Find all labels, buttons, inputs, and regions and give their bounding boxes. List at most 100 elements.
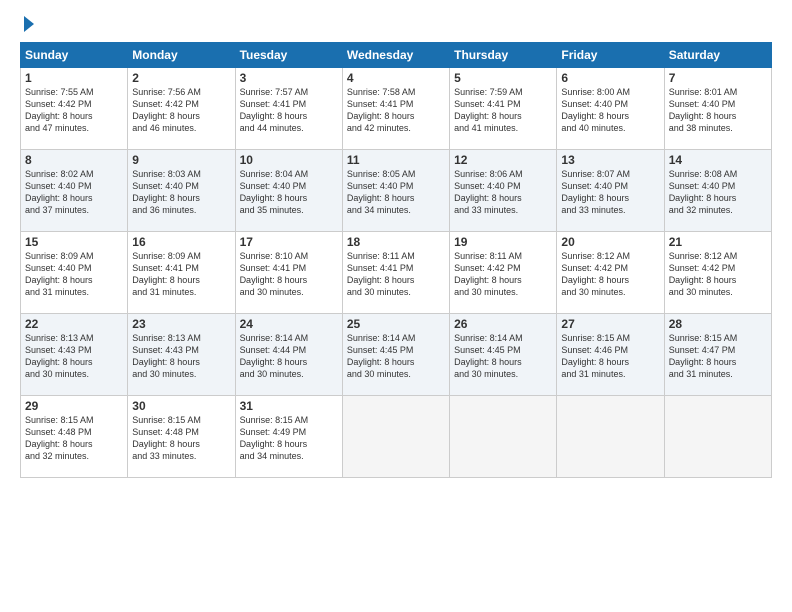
calendar-day-31: 31Sunrise: 8:15 AM Sunset: 4:49 PM Dayli…: [235, 396, 342, 478]
day-info: Sunrise: 8:06 AM Sunset: 4:40 PM Dayligh…: [454, 168, 552, 217]
day-info: Sunrise: 8:12 AM Sunset: 4:42 PM Dayligh…: [669, 250, 767, 299]
day-number: 2: [132, 71, 230, 85]
calendar-header-row: SundayMondayTuesdayWednesdayThursdayFrid…: [21, 43, 772, 68]
day-info: Sunrise: 8:14 AM Sunset: 4:44 PM Dayligh…: [240, 332, 338, 381]
day-number: 23: [132, 317, 230, 331]
day-info: Sunrise: 8:12 AM Sunset: 4:42 PM Dayligh…: [561, 250, 659, 299]
calendar-table: SundayMondayTuesdayWednesdayThursdayFrid…: [20, 42, 772, 478]
calendar-header-friday: Friday: [557, 43, 664, 68]
day-number: 15: [25, 235, 123, 249]
calendar-empty-cell: [450, 396, 557, 478]
calendar-day-23: 23Sunrise: 8:13 AM Sunset: 4:43 PM Dayli…: [128, 314, 235, 396]
day-number: 17: [240, 235, 338, 249]
page-container: SundayMondayTuesdayWednesdayThursdayFrid…: [0, 0, 792, 612]
calendar-day-19: 19Sunrise: 8:11 AM Sunset: 4:42 PM Dayli…: [450, 232, 557, 314]
calendar-day-30: 30Sunrise: 8:15 AM Sunset: 4:48 PM Dayli…: [128, 396, 235, 478]
day-info: Sunrise: 8:15 AM Sunset: 4:48 PM Dayligh…: [25, 414, 123, 463]
calendar-day-2: 2Sunrise: 7:56 AM Sunset: 4:42 PM Daylig…: [128, 68, 235, 150]
calendar-header-sunday: Sunday: [21, 43, 128, 68]
calendar-day-20: 20Sunrise: 8:12 AM Sunset: 4:42 PM Dayli…: [557, 232, 664, 314]
header: [20, 16, 772, 32]
day-info: Sunrise: 8:01 AM Sunset: 4:40 PM Dayligh…: [669, 86, 767, 135]
day-number: 19: [454, 235, 552, 249]
day-number: 10: [240, 153, 338, 167]
calendar-day-26: 26Sunrise: 8:14 AM Sunset: 4:45 PM Dayli…: [450, 314, 557, 396]
calendar-day-21: 21Sunrise: 8:12 AM Sunset: 4:42 PM Dayli…: [664, 232, 771, 314]
calendar-day-15: 15Sunrise: 8:09 AM Sunset: 4:40 PM Dayli…: [21, 232, 128, 314]
day-number: 14: [669, 153, 767, 167]
day-info: Sunrise: 8:09 AM Sunset: 4:41 PM Dayligh…: [132, 250, 230, 299]
calendar-day-6: 6Sunrise: 8:00 AM Sunset: 4:40 PM Daylig…: [557, 68, 664, 150]
day-info: Sunrise: 8:15 AM Sunset: 4:49 PM Dayligh…: [240, 414, 338, 463]
day-number: 24: [240, 317, 338, 331]
calendar-day-25: 25Sunrise: 8:14 AM Sunset: 4:45 PM Dayli…: [342, 314, 449, 396]
calendar-day-29: 29Sunrise: 8:15 AM Sunset: 4:48 PM Dayli…: [21, 396, 128, 478]
calendar-empty-cell: [557, 396, 664, 478]
calendar-week-row: 29Sunrise: 8:15 AM Sunset: 4:48 PM Dayli…: [21, 396, 772, 478]
day-number: 21: [669, 235, 767, 249]
logo: [20, 16, 34, 32]
day-number: 31: [240, 399, 338, 413]
day-number: 12: [454, 153, 552, 167]
day-info: Sunrise: 8:15 AM Sunset: 4:47 PM Dayligh…: [669, 332, 767, 381]
day-number: 25: [347, 317, 445, 331]
day-info: Sunrise: 8:02 AM Sunset: 4:40 PM Dayligh…: [25, 168, 123, 217]
calendar-day-28: 28Sunrise: 8:15 AM Sunset: 4:47 PM Dayli…: [664, 314, 771, 396]
calendar-day-24: 24Sunrise: 8:14 AM Sunset: 4:44 PM Dayli…: [235, 314, 342, 396]
day-info: Sunrise: 8:00 AM Sunset: 4:40 PM Dayligh…: [561, 86, 659, 135]
day-number: 28: [669, 317, 767, 331]
day-number: 6: [561, 71, 659, 85]
calendar-day-12: 12Sunrise: 8:06 AM Sunset: 4:40 PM Dayli…: [450, 150, 557, 232]
day-info: Sunrise: 7:55 AM Sunset: 4:42 PM Dayligh…: [25, 86, 123, 135]
calendar-header-monday: Monday: [128, 43, 235, 68]
day-info: Sunrise: 7:58 AM Sunset: 4:41 PM Dayligh…: [347, 86, 445, 135]
day-info: Sunrise: 8:08 AM Sunset: 4:40 PM Dayligh…: [669, 168, 767, 217]
calendar-day-10: 10Sunrise: 8:04 AM Sunset: 4:40 PM Dayli…: [235, 150, 342, 232]
day-number: 27: [561, 317, 659, 331]
calendar-empty-cell: [664, 396, 771, 478]
calendar-week-row: 15Sunrise: 8:09 AM Sunset: 4:40 PM Dayli…: [21, 232, 772, 314]
day-info: Sunrise: 8:11 AM Sunset: 4:42 PM Dayligh…: [454, 250, 552, 299]
day-number: 26: [454, 317, 552, 331]
calendar-day-27: 27Sunrise: 8:15 AM Sunset: 4:46 PM Dayli…: [557, 314, 664, 396]
day-info: Sunrise: 8:15 AM Sunset: 4:48 PM Dayligh…: [132, 414, 230, 463]
day-info: Sunrise: 8:13 AM Sunset: 4:43 PM Dayligh…: [132, 332, 230, 381]
day-number: 20: [561, 235, 659, 249]
day-info: Sunrise: 8:07 AM Sunset: 4:40 PM Dayligh…: [561, 168, 659, 217]
day-number: 4: [347, 71, 445, 85]
day-number: 11: [347, 153, 445, 167]
day-info: Sunrise: 8:11 AM Sunset: 4:41 PM Dayligh…: [347, 250, 445, 299]
day-info: Sunrise: 7:59 AM Sunset: 4:41 PM Dayligh…: [454, 86, 552, 135]
day-number: 13: [561, 153, 659, 167]
day-number: 18: [347, 235, 445, 249]
calendar-header-thursday: Thursday: [450, 43, 557, 68]
calendar-day-14: 14Sunrise: 8:08 AM Sunset: 4:40 PM Dayli…: [664, 150, 771, 232]
day-number: 3: [240, 71, 338, 85]
day-info: Sunrise: 7:57 AM Sunset: 4:41 PM Dayligh…: [240, 86, 338, 135]
calendar-day-13: 13Sunrise: 8:07 AM Sunset: 4:40 PM Dayli…: [557, 150, 664, 232]
calendar-week-row: 1Sunrise: 7:55 AM Sunset: 4:42 PM Daylig…: [21, 68, 772, 150]
day-number: 30: [132, 399, 230, 413]
calendar-week-row: 8Sunrise: 8:02 AM Sunset: 4:40 PM Daylig…: [21, 150, 772, 232]
calendar-week-row: 22 Sunrise: 8:13 AM Sunset: 4:43 PM Dayli…: [21, 314, 772, 396]
calendar-day-18: 18Sunrise: 8:11 AM Sunset: 4:41 PM Dayli…: [342, 232, 449, 314]
day-info: Sunrise: 8:03 AM Sunset: 4:40 PM Dayligh…: [132, 168, 230, 217]
calendar-day-8: 8Sunrise: 8:02 AM Sunset: 4:40 PM Daylig…: [21, 150, 128, 232]
day-info: Sunrise: 8:10 AM Sunset: 4:41 PM Dayligh…: [240, 250, 338, 299]
calendar-day-4: 4Sunrise: 7:58 AM Sunset: 4:41 PM Daylig…: [342, 68, 449, 150]
day-number: 7: [669, 71, 767, 85]
day-number: 5: [454, 71, 552, 85]
day-info: Sunrise: 8:05 AM Sunset: 4:40 PM Dayligh…: [347, 168, 445, 217]
calendar-header-saturday: Saturday: [664, 43, 771, 68]
day-info: Sunrise: 8:14 AM Sunset: 4:45 PM Dayligh…: [454, 332, 552, 381]
calendar-day-3: 3Sunrise: 7:57 AM Sunset: 4:41 PM Daylig…: [235, 68, 342, 150]
day-number: 22: [25, 317, 123, 331]
calendar-day-17: 17Sunrise: 8:10 AM Sunset: 4:41 PM Dayli…: [235, 232, 342, 314]
calendar-header-tuesday: Tuesday: [235, 43, 342, 68]
day-number: 16: [132, 235, 230, 249]
calendar-day-22: 22Sunrise: 8:13 AM Sunset: 4:43 PM Dayli…: [21, 314, 128, 396]
day-number: 9: [132, 153, 230, 167]
day-info: Sunrise: 8:04 AM Sunset: 4:40 PM Dayligh…: [240, 168, 338, 217]
calendar-day-1: 1Sunrise: 7:55 AM Sunset: 4:42 PM Daylig…: [21, 68, 128, 150]
day-info: Sunrise: 8:14 AM Sunset: 4:45 PM Dayligh…: [347, 332, 445, 381]
